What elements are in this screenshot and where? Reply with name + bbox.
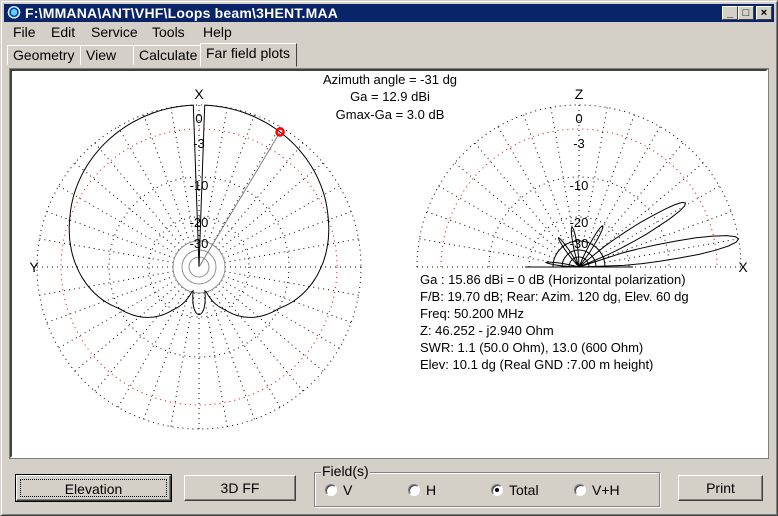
app-window: F:\MMANA\ANT\VHF\Loops beam\3HENT.MAA _ … (0, 0, 778, 516)
menu-help[interactable]: Help (203, 24, 232, 40)
grid-spoke (215, 286, 304, 392)
field-radio-vh-label: V+H (592, 482, 620, 498)
grid-spoke (46, 275, 175, 323)
tab-strip: Geometry View Calculate Far field plots (4, 43, 774, 67)
elevation-button[interactable]: Elevation (15, 474, 172, 502)
radio-indicator-v (325, 484, 337, 496)
grid-spoke (438, 185, 557, 255)
grid-spoke (39, 271, 174, 296)
grid-spoke (58, 185, 177, 255)
grid-spoke (74, 162, 180, 251)
grid-spoke (94, 286, 183, 392)
close-button[interactable]: × (756, 6, 772, 20)
fields-group-label: Field(s) (321, 463, 370, 479)
grid-spoke (39, 238, 174, 263)
grid-spoke (223, 211, 352, 259)
grid-spoke (94, 142, 183, 248)
grid-spoke (474, 142, 563, 248)
grid-spoke (117, 126, 187, 245)
azimuth-ring-label-3: -3 (193, 136, 205, 151)
window-title: F:\MMANA\ANT\VHF\Loops beam\3HENT.MAA (25, 5, 339, 21)
polar-plots: X Y 0 -3 -10 -20 -30 Z X 0 -3 -10 -20 -3… (29, 72, 748, 430)
grid-spoke (74, 283, 180, 372)
field-radio-total[interactable]: Total (491, 483, 539, 497)
radio-indicator-vh (574, 484, 586, 496)
gain-text: Ga = 12.9 dBi (350, 89, 430, 104)
3d-ff-button[interactable]: 3D FF (184, 475, 296, 501)
maximize-button[interactable]: □ (738, 6, 754, 20)
menu-bar: File Edit Service Tools Help (4, 22, 774, 42)
grid-spoke (218, 283, 324, 372)
azimuth-ring-label-20: -20 (190, 215, 209, 230)
field-radio-v-label: V (343, 482, 353, 498)
grid-spoke (591, 126, 661, 245)
grid-spoke (203, 292, 228, 427)
result-line-freq: Freq: 50.200 MHz (420, 306, 524, 321)
grid-spoke (117, 289, 187, 408)
tab-calculate[interactable]: Calculate (133, 45, 202, 65)
azimuth-ring-label-0: 0 (195, 111, 202, 126)
elevation-ring-label-20: -20 (570, 215, 589, 230)
field-radio-v[interactable]: V (325, 483, 352, 497)
result-line-fb: F/B: 19.70 dB; Rear: Azim. 120 dg, Elev.… (420, 289, 689, 304)
title-bar: F:\MMANA\ANT\VHF\Loops beam\3HENT.MAA _ … (4, 4, 774, 22)
print-button[interactable]: Print (678, 475, 763, 501)
elevation-ring-label-0: 0 (575, 111, 582, 126)
tab-view[interactable]: View (80, 45, 135, 65)
azimuth-marker-line (198, 131, 281, 268)
grid-spoke (497, 126, 567, 245)
azimuth-axis-x-label: X (194, 86, 204, 102)
elevation-ring-label-3: -3 (573, 136, 585, 151)
field-radio-vh[interactable]: V+H (574, 483, 620, 497)
azimuth-ring-label-10: -10 (190, 178, 209, 193)
menu-edit[interactable]: Edit (51, 24, 75, 40)
azimuth-ring-label-30: -30 (190, 236, 209, 251)
minimize-button[interactable]: _ (722, 6, 738, 20)
tab-geometry[interactable]: Geometry (7, 45, 82, 65)
elevation-axis-x-label: X (738, 259, 748, 275)
grid-spoke (215, 142, 304, 248)
grid-spoke (221, 279, 340, 349)
grid-spoke (224, 271, 359, 296)
elevation-button-label: Elevation (20, 479, 167, 497)
azimuth-angle-text: Azimuth angle = -31 dg (323, 72, 457, 87)
gmax-text: Gmax-Ga = 3.0 dB (336, 107, 445, 122)
grid-spoke (598, 162, 704, 251)
menu-file[interactable]: File (13, 24, 36, 40)
radio-indicator-total (491, 484, 503, 496)
grid-spoke (211, 289, 281, 408)
grid-spoke (595, 142, 684, 248)
grid-spoke (218, 162, 324, 251)
field-radio-total-label: Total (509, 482, 539, 498)
menu-service[interactable]: Service (91, 24, 138, 40)
radio-indicator-h (408, 484, 420, 496)
menu-tools[interactable]: Tools (152, 24, 185, 40)
grid-spoke (46, 211, 175, 259)
grid-spoke (221, 185, 340, 255)
tab-far-field-plots[interactable]: Far field plots (200, 43, 297, 67)
grid-spoke (143, 114, 191, 243)
elevation-ring-label-10: -10 (570, 178, 589, 193)
fields-group: Field(s) V H Total V+H (314, 464, 660, 507)
result-line-elev: Elev: 10.1 dg (Real GND :7.00 m height) (420, 357, 653, 372)
grid-spoke (207, 114, 255, 243)
grid-spoke (143, 291, 191, 420)
far-field-plot-area: X Y 0 -3 -10 -20 -30 Z X 0 -3 -10 -20 -3… (9, 68, 769, 459)
result-line-swr: SWR: 1.1 (50.0 Ohm), 13.0 (600 Ohm) (420, 340, 643, 355)
elevation-axis-z-label: Z (575, 86, 584, 102)
elevation-ring-label-30: -30 (570, 236, 589, 251)
field-radio-h[interactable]: H (408, 483, 436, 497)
result-line-impedance: Z: 46.252 - j2.940 Ohm (420, 323, 554, 338)
grid-spoke (58, 279, 177, 349)
grid-spoke (419, 238, 554, 263)
grid-spoke (587, 114, 635, 243)
result-line-gain: Ga : 15.86 dBi = 0 dB (Horizontal polari… (420, 272, 686, 287)
azimuth-axis-y-label: Y (29, 259, 39, 275)
grid-spoke (170, 292, 195, 427)
grid-spoke (211, 126, 281, 245)
field-radio-h-label: H (426, 482, 437, 498)
grid-spoke (454, 162, 560, 251)
app-icon (7, 6, 21, 20)
grid-spoke (224, 238, 359, 263)
